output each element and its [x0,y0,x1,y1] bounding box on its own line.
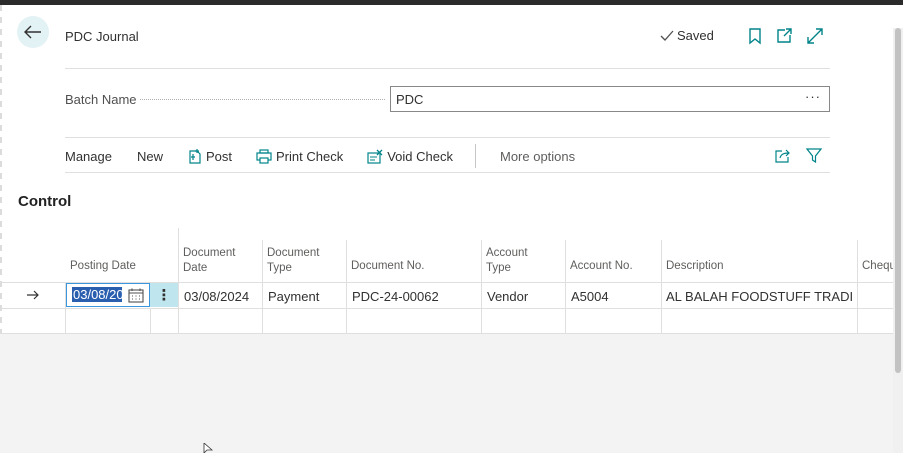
arrow-left-icon [24,25,41,39]
col-description[interactable]: Description [666,259,724,274]
cell-account-type[interactable]: Vendor [487,289,528,304]
mouse-cursor-icon [203,443,213,453]
col-divider [150,308,151,333]
grid-empty-area [0,333,893,453]
expand-icon[interactable] [806,27,824,45]
row-border [0,333,893,334]
header-divider [65,68,830,69]
more-options-button[interactable]: More options [500,149,575,164]
new-label: New [136,148,163,164]
batch-name-label: Batch Name [65,92,137,107]
row-border [0,308,893,309]
manage-menu[interactable]: Manage [65,149,112,164]
col-divider [346,240,347,333]
batch-lookup-button[interactable]: ··· [805,89,821,104]
page-title: PDC Journal [65,29,139,44]
row-actions-button[interactable]: ⋮ [150,283,178,307]
cell-document-type[interactable]: Payment [268,289,319,304]
print-check-icon [256,148,272,164]
col-divider [857,240,858,333]
more-vertical-icon: ⋮ [156,287,172,304]
col-document-date[interactable]: Document Date [183,246,235,276]
col-account-type[interactable]: Account Type [486,246,528,276]
manage-label: Manage [65,148,112,164]
post-button[interactable]: Post [188,148,232,164]
posting-date-selected-text: 03/08/20 [72,287,122,302]
col-document-type[interactable]: Document Type [267,246,319,276]
action-separator [474,144,476,168]
col-posting-date[interactable]: Posting Date [70,259,136,274]
col-divider [262,240,263,333]
col-cheque[interactable]: Cheque [862,259,893,274]
print-check-label: Print Check [276,148,344,164]
print-check-button[interactable]: Print Check [256,149,343,164]
col-divider [178,228,179,333]
void-check-icon [367,149,383,164]
batch-name-field[interactable]: PDC ··· [390,86,830,112]
cell-document-date[interactable]: 03/08/2024 [184,289,249,304]
page-scrollbar-thumb[interactable] [895,28,901,373]
new-button[interactable]: New [137,149,163,164]
saved-label: Saved [677,28,714,43]
cell-document-no[interactable]: PDC-24-00062 [352,289,439,304]
cell-account-no[interactable]: A5004 [571,289,609,304]
saved-status: Saved [660,28,714,43]
row-indicator-arrow-icon [27,290,39,300]
col-divider [565,240,566,333]
col-document-no[interactable]: Document No. [351,259,425,274]
share-icon[interactable] [775,148,792,163]
void-check-button[interactable]: Void Check [367,149,453,164]
post-icon [189,149,201,164]
filter-icon[interactable] [806,148,822,163]
open-new-window-icon[interactable] [775,27,793,45]
bookmark-icon[interactable] [746,27,764,45]
posting-date-input[interactable]: 03/08/20 [66,283,150,307]
col-account-no[interactable]: Account No. [570,259,633,274]
batch-divider [65,137,830,138]
col-divider [481,240,482,333]
post-label: Post [206,148,233,164]
back-button[interactable] [17,16,49,48]
batch-name-value: PDC [396,92,424,107]
action-bar: Manage New Post Print Check Void Check M… [65,144,575,168]
checkmark-icon [660,30,674,41]
section-title: Control [18,193,72,210]
label-dots [140,99,385,100]
col-divider [661,240,662,333]
actionbar-divider [65,172,830,173]
cell-description[interactable]: AL BALAH FOODSTUFF TRADI... [666,289,854,304]
void-check-label: Void Check [387,148,453,164]
more-options-label: More options [499,148,576,164]
calendar-icon[interactable] [128,288,144,303]
